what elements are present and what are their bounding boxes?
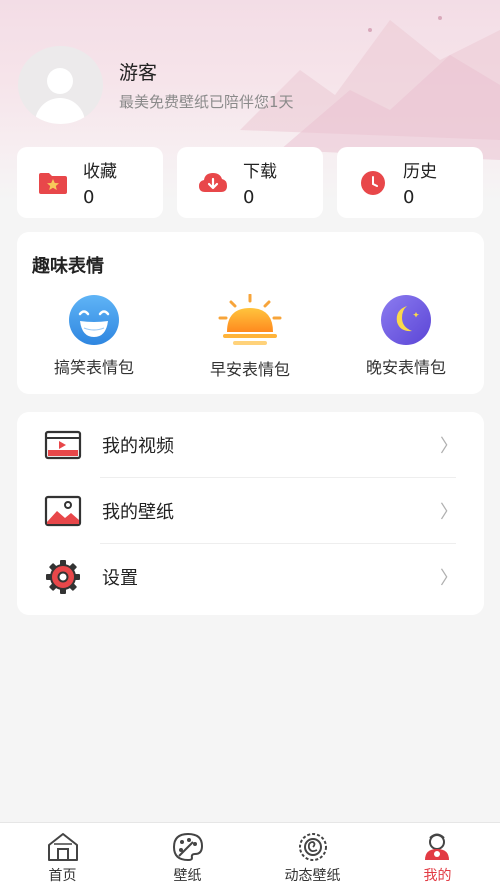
tab-live-wallpapers[interactable]: 动态壁纸 [250, 823, 375, 888]
morning-stickers-item[interactable]: 早安表情包 [185, 294, 315, 380]
funny-stickers-label: 搞笑表情包 [53, 358, 134, 377]
history-label: 历史 [403, 162, 437, 182]
profile-icon [424, 833, 449, 860]
chevron-right-icon: 〉 [440, 502, 458, 523]
star-folder-icon [39, 172, 67, 194]
tab-label-live-wallpapers: 动态壁纸 [284, 868, 341, 884]
fun-stickers-title: 趣味表情 [32, 256, 104, 277]
menu-item-my-videos[interactable]: 我的视频 〉 [17, 412, 484, 478]
downloads-count: 0 [243, 187, 255, 208]
video-icon [44, 430, 82, 460]
palette-icon [172, 832, 203, 862]
sunrise-icon [218, 294, 282, 345]
tab-wallpapers[interactable]: 壁纸 [125, 823, 250, 888]
menu-item-my-wallpapers[interactable]: 我的壁纸 〉 [17, 478, 484, 544]
history-count: 0 [403, 187, 415, 208]
download-cloud-icon [199, 172, 227, 192]
bottom-tab-bar: 首页 壁纸 动态壁纸 我的 [0, 822, 500, 888]
tab-home[interactable]: 首页 [0, 823, 125, 888]
night-stickers-label: 晚安表情包 [365, 358, 446, 377]
chevron-right-icon: 〉 [440, 568, 458, 589]
favorites-label: 收藏 [83, 162, 117, 182]
menu-label-my-videos: 我的视频 [102, 436, 174, 457]
menu-card: 我的视频 〉 我的壁纸 〉 设置 〉 [17, 412, 484, 615]
menu-label-my-wallpapers: 我的壁纸 [102, 502, 174, 523]
menu-label-settings: 设置 [102, 568, 138, 589]
tab-label-mine: 我的 [423, 868, 452, 884]
gear-icon [46, 560, 80, 594]
home-icon [47, 833, 78, 861]
moon-icon [381, 295, 431, 345]
avatar[interactable] [18, 46, 103, 124]
fun-stickers-card: 趣味表情 搞笑表情包 早安表情包 晚安表情包 [17, 232, 484, 394]
spiral-icon [298, 833, 327, 861]
profile-subtitle: 最美免费壁纸已陪伴您1天 [119, 93, 294, 111]
history-card[interactable]: 历史 0 [337, 147, 483, 218]
downloads-label: 下载 [243, 162, 277, 182]
menu-item-settings[interactable]: 设置 〉 [17, 544, 484, 610]
favorites-card[interactable]: 收藏 0 [17, 147, 163, 218]
tab-mine[interactable]: 我的 [375, 823, 500, 888]
clock-icon [361, 170, 385, 195]
funny-stickers-item[interactable]: 搞笑表情包 [29, 294, 159, 378]
tab-label-wallpapers: 壁纸 [173, 868, 202, 884]
laughing-face-icon [69, 295, 119, 345]
downloads-card[interactable]: 下载 0 [177, 147, 323, 218]
night-stickers-item[interactable]: 晚安表情包 [341, 294, 471, 378]
profile-header[interactable]: 游客 最美免费壁纸已陪伴您1天 [18, 46, 294, 124]
morning-stickers-label: 早安表情包 [209, 360, 290, 379]
tab-label-home: 首页 [48, 868, 77, 884]
chevron-right-icon: 〉 [440, 436, 458, 457]
favorites-count: 0 [83, 187, 95, 208]
username: 游客 [119, 62, 158, 84]
picture-icon [44, 495, 82, 527]
